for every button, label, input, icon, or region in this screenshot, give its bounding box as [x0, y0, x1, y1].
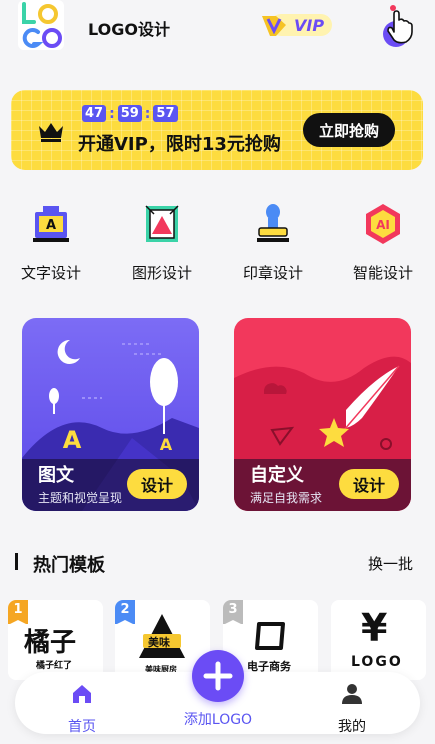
template-thumb[interactable]: ¥ LOGO: [331, 600, 426, 680]
ai-design-icon: AI: [366, 204, 400, 244]
pointing-hand-icon[interactable]: [378, 4, 418, 48]
category-ai-design[interactable]: AI 智能设计: [343, 202, 423, 283]
home-icon: [73, 685, 91, 703]
category-graphic-design[interactable]: 图形设计: [122, 202, 202, 283]
section-title: 热门模板: [33, 555, 105, 576]
add-logo-button[interactable]: [192, 650, 244, 702]
vip-promo-banner[interactable]: 47 : 59 : 57 开通VIP，限时13元抢购 立即抢购: [11, 90, 423, 170]
countdown-separator: :: [144, 105, 151, 122]
svg-text:A: A: [46, 218, 56, 233]
countdown-separator: :: [109, 105, 115, 122]
card-custom[interactable]: 自定义 满足自我需求 设计: [234, 318, 411, 511]
category-label: 图形设计: [131, 264, 192, 282]
buy-now-button[interactable]: 立即抢购: [303, 113, 395, 147]
countdown-seconds: 57: [153, 105, 178, 122]
add-logo-label: 添加LOGO: [183, 712, 253, 728]
banner-text: 开通VIP，限时13元抢购: [78, 134, 281, 155]
svg-text:AI: AI: [376, 218, 390, 232]
card-design-button[interactable]: 设计: [339, 469, 399, 499]
nav-home[interactable]: 首页: [47, 682, 117, 736]
countdown-timer: 47 : 59 : 57: [82, 105, 178, 122]
template-main-text: 美味: [148, 636, 170, 649]
template-main-text: 橘子: [24, 628, 77, 658]
countdown-hours: 47: [82, 105, 107, 122]
rank-badge: 1: [8, 600, 28, 625]
stamp-design-icon: [257, 204, 289, 242]
nav-home-label: 首页: [68, 719, 96, 735]
category-label: 智能设计: [352, 264, 413, 282]
template-thumb[interactable]: 1 橘子 橘子红了: [8, 600, 103, 680]
graphic-design-icon: [145, 205, 179, 242]
category-label: 印章设计: [242, 264, 303, 282]
template-main-text: ¥: [361, 606, 388, 650]
section-bar: [15, 553, 18, 570]
card-subtitle: 满足自我需求: [250, 491, 323, 505]
user-icon: [342, 684, 362, 704]
refresh-batch-link[interactable]: 换一批: [368, 553, 413, 574]
card-letter-a: A: [160, 435, 173, 454]
card-letter-a: A: [63, 426, 82, 454]
crown-icon: [39, 123, 63, 142]
nav-mine-label: 我的: [338, 719, 366, 735]
category-text-design[interactable]: A 文字设计: [11, 202, 91, 283]
logo-go-icon[interactable]: [14, 0, 68, 52]
card-subtitle: 主题和视觉呈现: [38, 491, 123, 505]
card-image-text[interactable]: A A 图文 主题和视觉呈现 设计: [22, 318, 199, 511]
card-title: 图文: [38, 465, 74, 486]
countdown-minutes: 59: [117, 105, 142, 122]
vip-badge[interactable]: VIP: [262, 10, 334, 40]
app-title: LOGO设计: [88, 20, 170, 39]
plus-icon: [203, 661, 233, 691]
template-sub-text: LOGO: [351, 654, 403, 670]
vip-label: VIP: [294, 16, 325, 35]
text-design-icon: A: [33, 206, 69, 242]
nav-mine[interactable]: 我的: [317, 682, 387, 736]
app-header: LOGO设计 VIP: [0, 0, 435, 58]
category-stamp-design[interactable]: 印章设计: [233, 202, 313, 283]
card-design-button[interactable]: 设计: [127, 469, 187, 499]
template-sub-text: 橘子红了: [36, 661, 73, 671]
card-title: 自定义: [250, 465, 304, 486]
category-label: 文字设计: [20, 264, 81, 282]
